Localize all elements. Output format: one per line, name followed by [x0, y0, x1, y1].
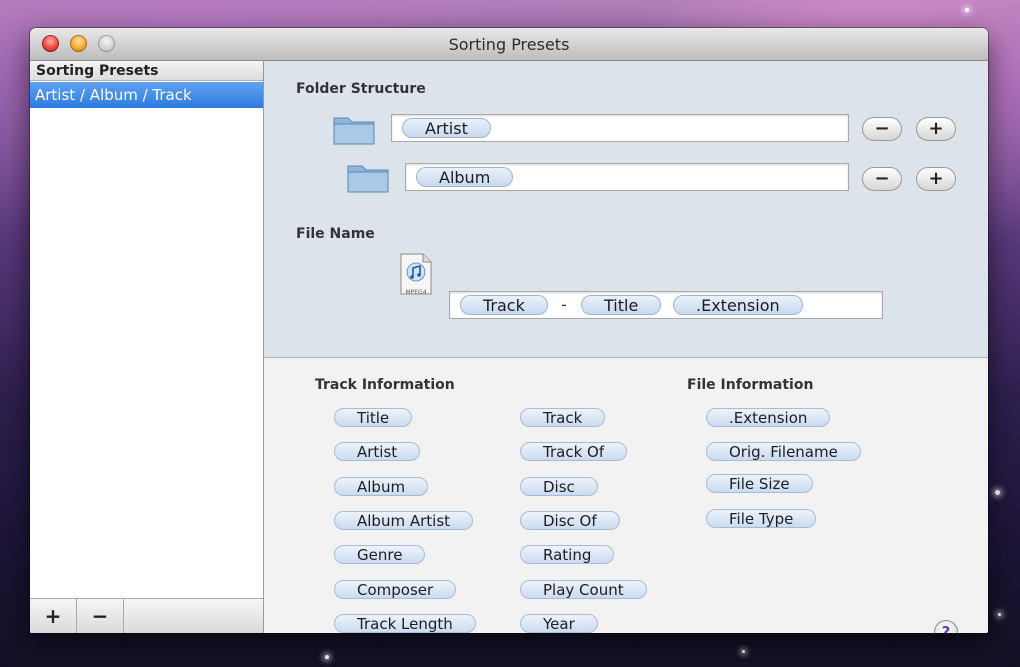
token-title[interactable]: Title: [581, 295, 662, 315]
chip-disc-of[interactable]: Disc Of: [520, 511, 620, 530]
desktop-star: [995, 490, 1000, 495]
token-extension[interactable]: .Extension: [673, 295, 803, 315]
sidebar-footer: + −: [30, 598, 263, 633]
help-button[interactable]: ?: [934, 620, 958, 633]
chip-album-artist[interactable]: Album Artist: [334, 511, 474, 530]
desktop-star: [998, 613, 1001, 616]
folder-level-2-remove-button[interactable]: −: [862, 167, 902, 191]
pattern-editor: Folder Structure Artist − + Album − + Fi…: [264, 61, 988, 358]
chip-track-of[interactable]: Track Of: [520, 442, 628, 461]
chip-track-length[interactable]: Track Length: [334, 614, 476, 633]
token-track[interactable]: Track: [460, 295, 548, 315]
chip-rating[interactable]: Rating: [520, 545, 615, 564]
desktop-star: [325, 655, 329, 659]
token-album[interactable]: Album: [416, 167, 514, 187]
file-name-field[interactable]: Track - Title .Extension: [449, 291, 883, 319]
chip-composer[interactable]: Composer: [334, 580, 457, 599]
chip-year[interactable]: Year: [520, 614, 598, 633]
folder-level-2-field[interactable]: Album: [405, 163, 849, 191]
folder-icon: [347, 165, 389, 193]
window-title: Sorting Presets: [448, 35, 570, 54]
chip-genre[interactable]: Genre: [334, 545, 426, 564]
chip-album[interactable]: Album: [334, 477, 429, 496]
chip-disc[interactable]: Disc: [520, 477, 598, 496]
sorting-presets-window: Sorting Presets Sorting Presets Artist /…: [30, 28, 988, 633]
add-preset-button[interactable]: +: [30, 599, 77, 633]
title-bar[interactable]: Sorting Presets: [30, 28, 988, 61]
folder-level-1-field[interactable]: Artist: [391, 114, 849, 142]
chip-orig-filename[interactable]: Orig. Filename: [706, 442, 861, 461]
desktop-star: [965, 8, 969, 12]
mpeg4-caption: MPEG4: [405, 289, 427, 296]
chip-artist[interactable]: Artist: [334, 442, 421, 461]
folder-icon: [333, 117, 375, 145]
folder-level-1-remove-button[interactable]: −: [862, 117, 902, 141]
token-palette: Track Information File Information Title…: [264, 358, 988, 633]
track-information-label: Track Information: [315, 377, 455, 393]
folder-level-2-add-button[interactable]: +: [916, 167, 956, 191]
chip-extension[interactable]: .Extension: [706, 408, 831, 427]
file-name-label: File Name: [296, 226, 375, 242]
desktop-star: [742, 650, 745, 653]
separator-dash: -: [561, 295, 567, 314]
folder-structure-label: Folder Structure: [296, 81, 426, 97]
file-information-label: File Information: [687, 377, 814, 393]
chip-file-type[interactable]: File Type: [706, 509, 817, 528]
chip-play-count[interactable]: Play Count: [520, 580, 647, 599]
token-artist[interactable]: Artist: [402, 118, 491, 138]
folder-level-1-add-button[interactable]: +: [916, 117, 956, 141]
remove-preset-button[interactable]: −: [77, 599, 124, 633]
chip-file-size[interactable]: File Size: [706, 474, 813, 493]
chip-title[interactable]: Title: [334, 408, 413, 427]
sidebar-header[interactable]: Sorting Presets: [30, 61, 263, 81]
presets-sidebar: Sorting Presets Artist / Album / Track +…: [30, 61, 264, 633]
chip-track[interactable]: Track: [520, 408, 606, 427]
sidebar-item-artist-album-track[interactable]: Artist / Album / Track: [30, 82, 263, 108]
